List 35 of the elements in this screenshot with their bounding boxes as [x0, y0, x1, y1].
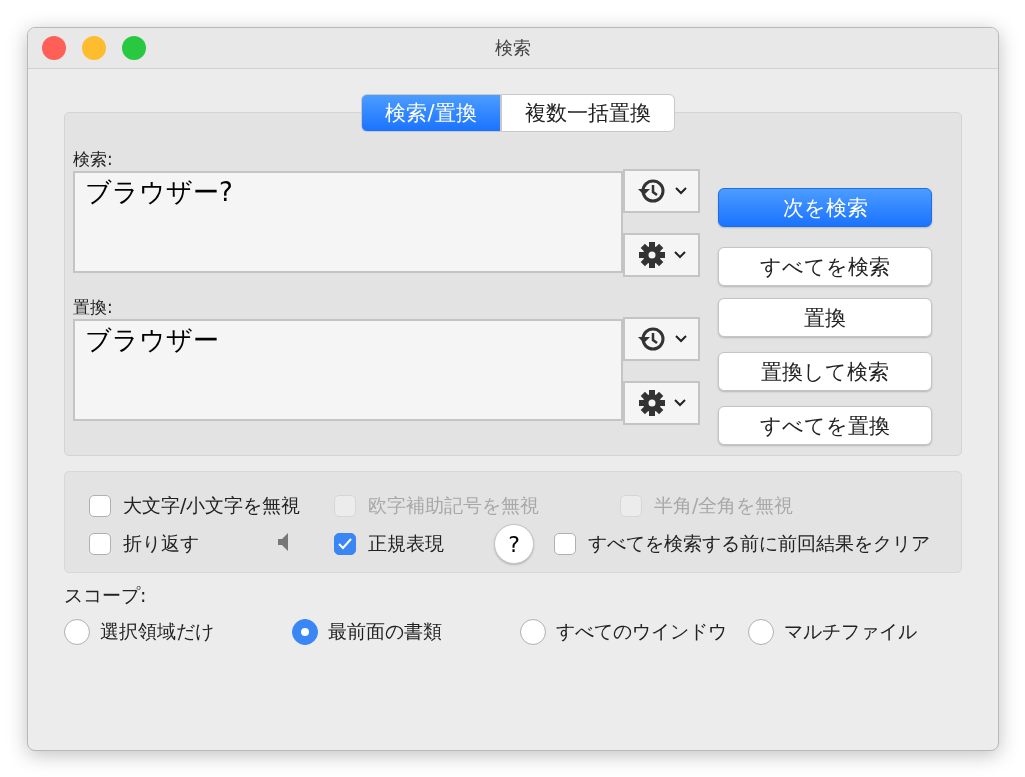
- push-button[interactable]: 次を検索: [718, 188, 932, 227]
- chevron-down-icon: [674, 335, 687, 343]
- tab[interactable]: 複数一括置換: [500, 94, 675, 132]
- history-button[interactable]: [623, 317, 700, 361]
- history-button[interactable]: [623, 169, 700, 213]
- speaker-icon: [278, 532, 288, 552]
- chevron-down-icon: [673, 399, 686, 407]
- scope-label: スコープ:: [64, 583, 148, 608]
- checkbox[interactable]: 折り返す: [89, 531, 278, 557]
- chevron-down-icon: [673, 251, 686, 259]
- push-button[interactable]: 置換して検索: [718, 352, 932, 391]
- checkbox[interactable]: 正規表現: [334, 531, 494, 557]
- checkbox[interactable]: 大文字/小文字を無視: [89, 493, 334, 519]
- chevron-down-icon: [674, 187, 687, 195]
- gear-icon: [637, 389, 666, 417]
- checkmark-icon: [338, 538, 352, 550]
- checkbox[interactable]: すべてを検索する前に前回結果をクリア: [554, 531, 954, 557]
- radio-button[interactable]: マルチファイル: [748, 619, 948, 645]
- radio-button[interactable]: 最前面の書類: [292, 619, 520, 645]
- field-label: 検索:: [73, 148, 114, 171]
- push-button[interactable]: 置換: [718, 298, 932, 337]
- options-button[interactable]: [623, 381, 700, 425]
- help-button[interactable]: ?: [494, 524, 534, 564]
- window-title: 検索: [495, 36, 531, 60]
- push-button[interactable]: すべてを置換: [718, 406, 932, 445]
- radio-button[interactable]: 選択領域だけ: [64, 619, 292, 645]
- radio-button[interactable]: すべてのウインドウ: [520, 619, 748, 645]
- history-icon: [636, 177, 667, 205]
- gear-icon: [637, 241, 666, 269]
- field-label: 置換:: [73, 296, 114, 319]
- push-button[interactable]: すべてを検索: [718, 247, 932, 286]
- options-button[interactable]: [623, 233, 700, 277]
- text-field[interactable]: ブラウザー?: [73, 171, 623, 273]
- history-icon: [636, 325, 667, 353]
- text-field[interactable]: ブラウザー: [73, 319, 623, 421]
